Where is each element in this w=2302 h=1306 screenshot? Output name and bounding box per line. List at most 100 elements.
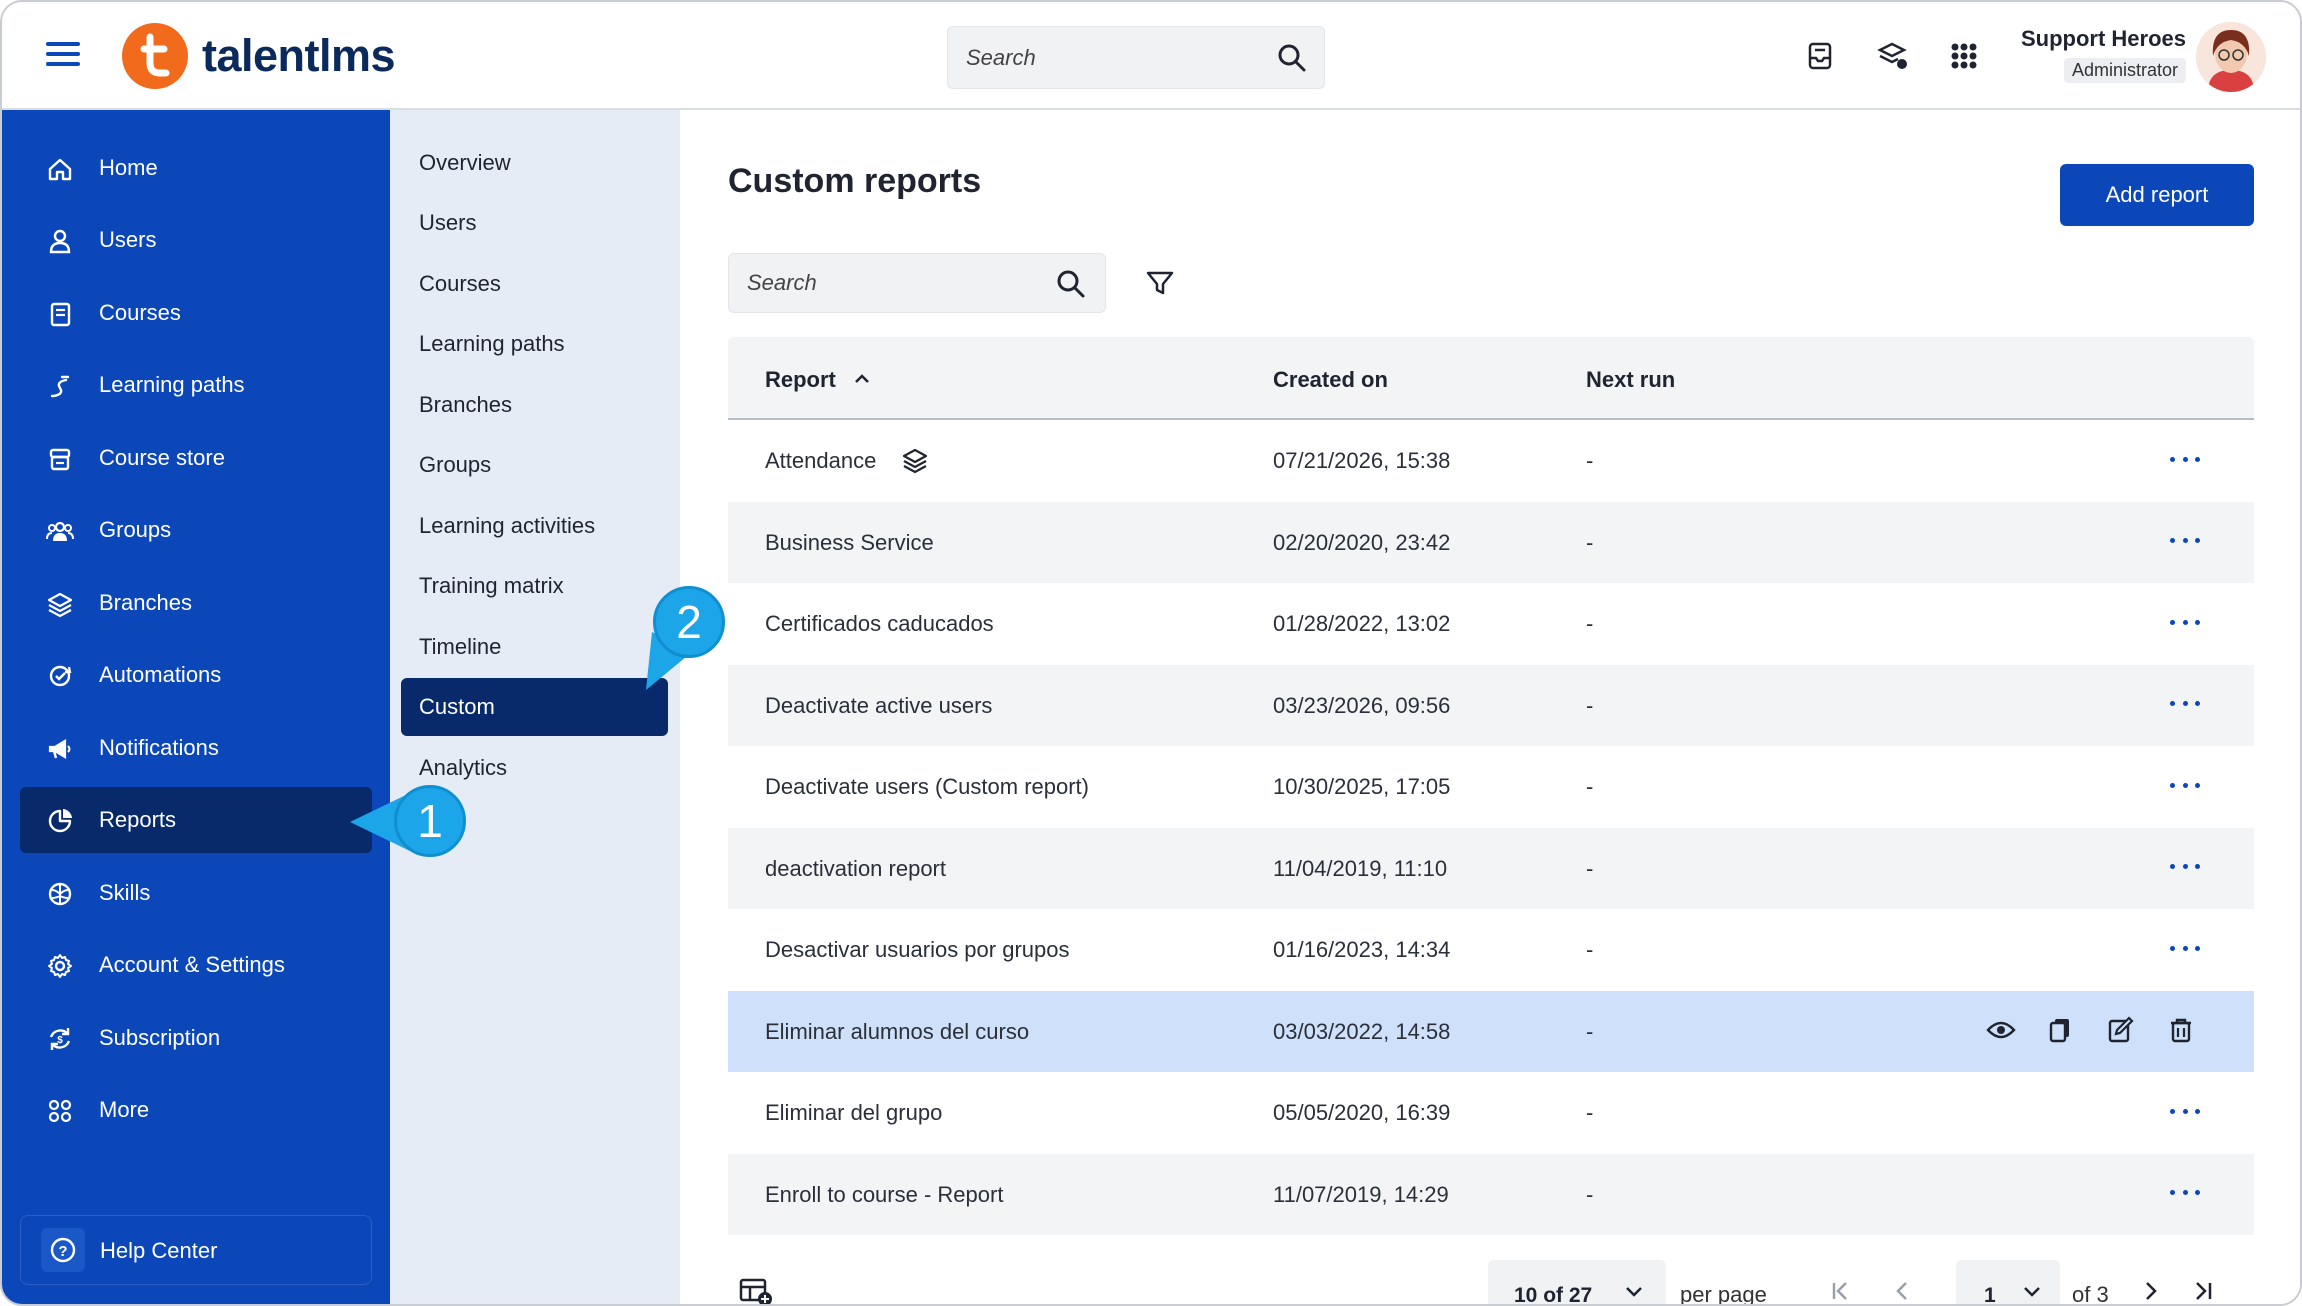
sidebar-item-subscription[interactable]: $ Subscription (20, 1005, 372, 1071)
previous-page-icon[interactable] (1888, 1276, 1918, 1306)
chevron-down-icon (2024, 1287, 2040, 1297)
subnav-item-courses[interactable]: Courses (401, 255, 668, 313)
sidebar-item-automations[interactable]: Automations (20, 642, 372, 708)
last-page-icon[interactable] (2188, 1276, 2218, 1306)
preview-eye-icon[interactable] (1986, 1015, 2016, 1045)
subnav-item-custom[interactable]: Custom (401, 678, 668, 736)
subnav-item-overview[interactable]: Overview (401, 134, 668, 192)
global-search-input[interactable] (966, 27, 1256, 88)
subnav-item-users[interactable]: Users (401, 194, 668, 252)
filter-icon[interactable] (1144, 267, 1176, 299)
subnav-item-branches[interactable]: Branches (401, 376, 668, 434)
sidebar-item-groups[interactable]: Groups (20, 497, 372, 563)
svg-text:?: ? (58, 1243, 67, 1260)
sidebar-item-branches[interactable]: Branches (20, 570, 372, 636)
created-on: 10/30/2025, 17:05 (1273, 774, 1451, 799)
table-row[interactable]: Desactivar usuarios por grupos 01/16/2023… (728, 909, 2254, 991)
user-menu[interactable]: Support Heroes Administrator (2021, 26, 2186, 83)
subnav-item-learning-paths[interactable]: Learning paths (401, 315, 668, 373)
table-row[interactable]: Eliminar alumnos del curso 03/03/2022, 14… (728, 990, 2254, 1072)
sort-ascending-icon[interactable] (852, 371, 872, 385)
table-row[interactable]: deactivation report 11/04/2019, 11:10 - (728, 827, 2254, 909)
report-name[interactable]: Eliminar del grupo (765, 1100, 942, 1126)
column-header-next-run[interactable]: Next run (1586, 367, 1675, 393)
more-actions-icon[interactable] (2170, 852, 2200, 882)
main-sidebar: Home Users Courses Learning paths Course sto… (2, 110, 390, 1304)
first-page-icon[interactable] (1826, 1276, 1856, 1306)
clone-icon[interactable] (2046, 1015, 2076, 1045)
branch-switch-icon[interactable] (1874, 38, 1910, 74)
sidebar-item-learning-paths[interactable]: Learning paths (20, 352, 372, 418)
add-report-button[interactable]: Add report (2060, 164, 2254, 226)
more-actions-icon[interactable] (2170, 607, 2200, 637)
next-run: - (1586, 1100, 1594, 1125)
created-on: 03/03/2022, 14:58 (1273, 1018, 1451, 1044)
report-name[interactable]: Attendance (765, 448, 876, 474)
table-row[interactable]: Deactivate active users 03/23/2026, 09:56… (728, 664, 2254, 746)
subnav-item-training-matrix[interactable]: Training matrix (401, 557, 668, 615)
report-name[interactable]: Deactivate users (Custom report) (765, 774, 1089, 800)
apps-grid-icon[interactable] (1946, 38, 1982, 74)
next-page-icon[interactable] (2136, 1276, 2166, 1306)
more-actions-icon[interactable] (2170, 1178, 2200, 1208)
next-run: - (1586, 1181, 1594, 1207)
search-icon[interactable] (1276, 42, 1308, 74)
page-select[interactable]: 1 (1956, 1260, 2060, 1304)
avatar[interactable] (2196, 22, 2266, 92)
talentlms-logo-icon (122, 23, 188, 89)
edit-icon[interactable] (2106, 1015, 2136, 1045)
sidebar-item-reports[interactable]: Reports (20, 787, 372, 853)
logo[interactable]: talentlms (122, 22, 396, 90)
report-name[interactable]: Desactivar usuarios por grupos (765, 937, 1069, 963)
help-icon: ? (41, 1228, 85, 1272)
more-actions-icon[interactable] (2170, 444, 2200, 474)
inbox-icon[interactable] (1802, 38, 1838, 74)
delete-trash-icon[interactable] (2166, 1015, 2196, 1045)
more-actions-icon[interactable] (2170, 689, 2200, 719)
report-name[interactable]: Business Service (765, 530, 934, 556)
more-actions-icon[interactable] (2170, 933, 2200, 963)
table-row[interactable]: Deactivate users (Custom report) 10/30/20… (728, 746, 2254, 828)
menu-icon[interactable] (46, 42, 80, 70)
export-table-icon[interactable] (739, 1277, 773, 1306)
column-header-report[interactable]: Report (765, 367, 836, 393)
sidebar-item-home[interactable]: Home (20, 135, 372, 201)
more-actions-icon[interactable] (2170, 526, 2200, 556)
sidebar-item-course-store[interactable]: Course store (20, 425, 372, 491)
help-center-button[interactable]: ? Help Center (20, 1215, 372, 1285)
subnav-item-timeline[interactable]: Timeline (401, 618, 668, 676)
table-row[interactable]: Certificados caducados 01/28/2022, 13:02 - (728, 583, 2254, 665)
sidebar-item-skills[interactable]: Skills (20, 860, 372, 926)
more-actions-icon[interactable] (2170, 1096, 2200, 1126)
subnav-item-learning-activities[interactable]: Learning activities (401, 497, 668, 555)
column-header-created-on[interactable]: Created on (1273, 367, 1388, 393)
per-page-select[interactable]: 10 of 27 (1488, 1260, 1666, 1304)
home-icon (48, 158, 72, 181)
more-actions-icon[interactable] (2170, 770, 2200, 800)
next-run: - (1586, 692, 1594, 718)
sidebar-item-account-settings[interactable]: Account & Settings (20, 932, 372, 998)
report-name[interactable]: deactivation report (765, 856, 946, 882)
search-icon[interactable] (1055, 268, 1087, 300)
reports-search-input[interactable] (747, 254, 1037, 312)
table-row[interactable]: Enroll to course - Report 11/07/2019, 14:… (728, 1153, 2254, 1235)
report-name[interactable]: Certificados caducados (765, 611, 994, 637)
next-run: - (1586, 611, 1594, 636)
created-on: 02/20/2020, 23:42 (1273, 529, 1451, 555)
sidebar-item-courses[interactable]: Courses (20, 280, 372, 346)
sidebar-item-users[interactable]: Users (20, 207, 372, 273)
page-title: Custom reports (728, 162, 982, 200)
callout-2: 2 (653, 586, 725, 658)
report-name[interactable]: Enroll to course - Report (765, 1182, 1003, 1208)
subnav-item-label: Timeline (419, 634, 502, 659)
sidebar-item-notifications[interactable]: Notifications (20, 715, 372, 781)
sidebar-item-more[interactable]: More (20, 1077, 372, 1143)
table-row[interactable]: Business Service 02/20/2020, 23:42 - (728, 501, 2254, 583)
subnav-item-groups[interactable]: Groups (401, 436, 668, 494)
global-search (947, 26, 1325, 89)
report-name[interactable]: Eliminar alumnos del curso (765, 1019, 1029, 1045)
table-row[interactable]: Attendance 07/21/2026, 15:38 - (728, 420, 2254, 502)
pie-chart-icon (48, 809, 72, 833)
report-name[interactable]: Deactivate active users (765, 693, 992, 719)
table-row[interactable]: Eliminar del grupo 05/05/2020, 16:39 - (728, 1072, 2254, 1154)
